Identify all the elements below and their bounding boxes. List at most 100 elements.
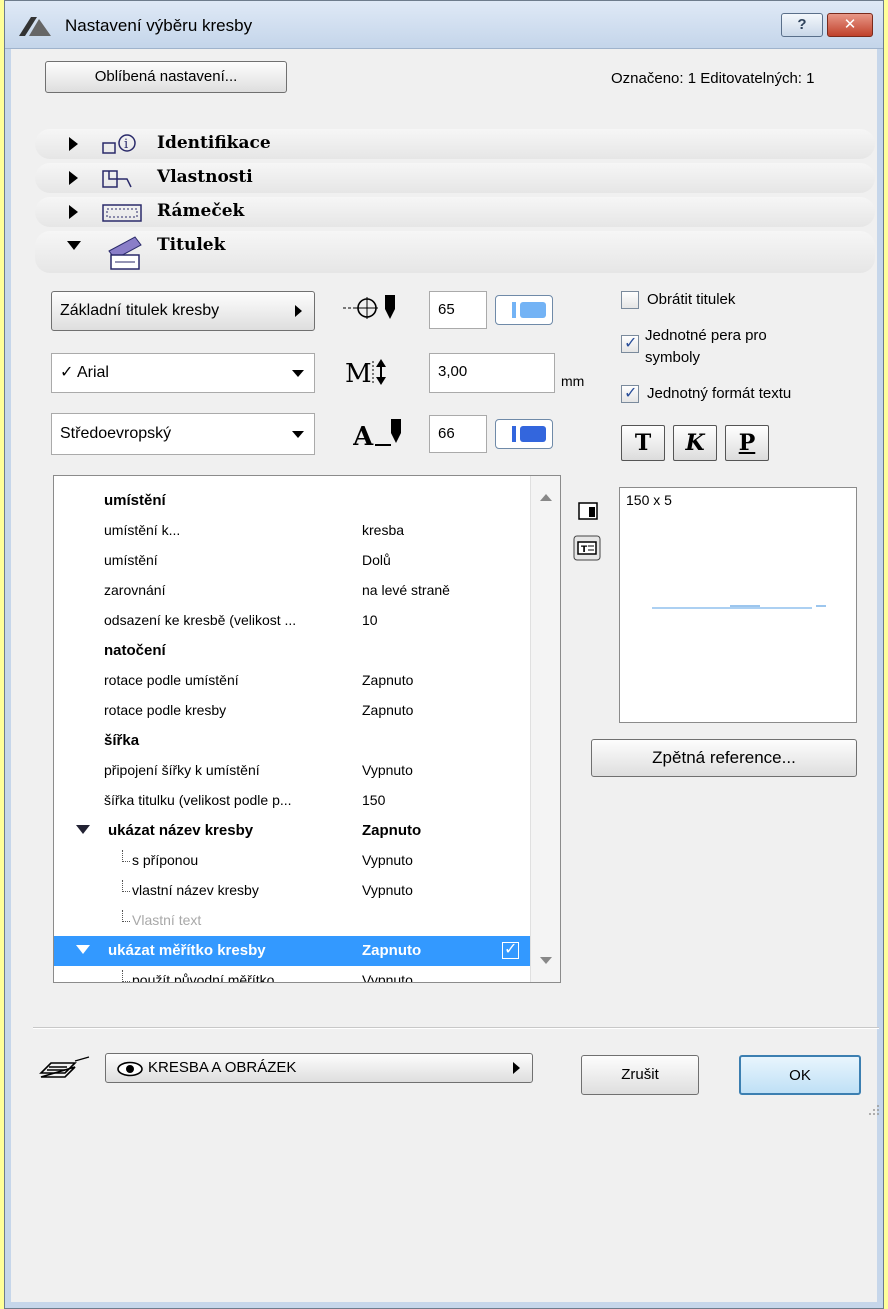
table-row[interactable]: rotace podle umístění Zapnuto bbox=[54, 666, 532, 696]
row-value: 10 bbox=[362, 612, 378, 628]
text-size-input[interactable]: 3,00 bbox=[429, 353, 555, 393]
expand-arrow-icon bbox=[69, 171, 78, 185]
table-row[interactable]: zarovnání na levé straně bbox=[54, 576, 532, 606]
table-row[interactable]: umístění Dolů bbox=[54, 546, 532, 576]
dialog-window: Nastavení výběru kresby ? ✕ Oblíbená nas… bbox=[4, 0, 884, 1309]
help-button[interactable]: ? bbox=[781, 13, 823, 37]
scroll-down-icon[interactable] bbox=[540, 957, 552, 964]
row-value: Zapnuto bbox=[362, 702, 414, 718]
title-preview: 150 x 5 bbox=[619, 487, 857, 723]
eye-icon bbox=[117, 1061, 143, 1077]
pen-color-swatch[interactable] bbox=[495, 295, 553, 325]
table-row[interactable]: ukázat měřítko kresby Zapnuto bbox=[54, 936, 532, 966]
encoding-value: Středoevropský bbox=[60, 425, 172, 442]
row-label: ukázat název kresby bbox=[108, 822, 254, 839]
chevron-down-icon bbox=[292, 431, 304, 438]
row-label: umístění k... bbox=[104, 522, 181, 538]
table-row[interactable]: použít původní měřítko Vypnuto bbox=[54, 966, 532, 983]
row-label: použít původní měřítko bbox=[132, 972, 275, 983]
row-value: 150 bbox=[362, 792, 386, 808]
font-value: Arial bbox=[76, 364, 109, 381]
back-reference-button[interactable]: Zpětná reference... bbox=[591, 739, 857, 777]
text-style-italic-button[interactable]: K bbox=[673, 425, 717, 461]
row-label: vlastní název kresby bbox=[132, 882, 259, 898]
selection-status: Označeno: 1 Editovatelných: 1 bbox=[611, 70, 815, 87]
section-titulek[interactable]: Titulek bbox=[35, 231, 875, 273]
archicad-icon bbox=[19, 17, 51, 36]
encoding-dropdown[interactable]: Středoevropský bbox=[51, 413, 315, 455]
chevron-down-icon bbox=[292, 370, 304, 377]
row-label: šířka bbox=[104, 732, 140, 749]
table-row[interactable]: odsazení ke kresbě (velikost ... 10 bbox=[54, 606, 532, 636]
section-identifikace[interactable]: i Identifikace bbox=[35, 129, 875, 159]
table-row[interactable]: umístění k... kresba bbox=[54, 516, 532, 546]
info-icon: i bbox=[102, 134, 136, 154]
table-row[interactable]: připojení šířky k umístění Vypnuto bbox=[54, 756, 532, 786]
row-value: Vypnuto bbox=[362, 852, 413, 868]
row-checkbox[interactable] bbox=[502, 939, 519, 959]
text-size-icon: M bbox=[345, 359, 386, 387]
preview-title-icon[interactable]: T bbox=[573, 535, 601, 561]
uniform-text-format-checkbox[interactable] bbox=[621, 383, 639, 403]
reverse-title-checkbox[interactable] bbox=[621, 291, 639, 309]
pen-number-input[interactable]: 65 bbox=[429, 291, 487, 329]
uniform-pens-checkbox[interactable] bbox=[621, 333, 639, 353]
frame-icon bbox=[102, 204, 142, 222]
text-style-plain-button[interactable]: T bbox=[621, 425, 665, 461]
table-row[interactable]: šířka titulku (velikost podle p... 150 bbox=[54, 786, 532, 816]
table-row[interactable]: s příponou Vypnuto bbox=[54, 846, 532, 876]
row-label: umístění bbox=[104, 492, 166, 509]
size-unit: mm bbox=[561, 373, 585, 389]
title-tool-icon bbox=[108, 236, 142, 270]
row-label: zarovnání bbox=[104, 582, 166, 598]
tree-connector bbox=[122, 850, 130, 862]
section-title: Identifikace bbox=[157, 133, 271, 153]
svg-text:A: A bbox=[353, 422, 374, 449]
table-row[interactable]: umístění bbox=[54, 486, 532, 516]
table-row[interactable]: rotace podle kresby Zapnuto bbox=[54, 696, 532, 726]
section-ramecek[interactable]: Rámeček bbox=[35, 197, 875, 227]
row-label: Vlastní text bbox=[132, 912, 202, 928]
section-vlastnosti[interactable]: Vlastnosti bbox=[35, 163, 875, 193]
text-pen-number-input[interactable]: 66 bbox=[429, 415, 487, 453]
row-label: natočení bbox=[104, 642, 166, 659]
preview-drawing-icon[interactable] bbox=[577, 501, 599, 521]
layer-selector-button[interactable]: KRESBA A OBRÁZEK bbox=[105, 1053, 533, 1083]
row-label: odsazení ke kresbě (velikost ... bbox=[104, 612, 297, 628]
font-check-icon: ✓ bbox=[60, 364, 74, 381]
table-row[interactable]: ukázat název kresby Zapnuto bbox=[54, 816, 532, 846]
title-style-button[interactable]: Základní titulek kresby bbox=[51, 291, 315, 331]
section-title: Vlastnosti bbox=[157, 167, 253, 187]
font-dropdown[interactable]: ✓ Arial bbox=[51, 353, 315, 393]
favorites-button[interactable]: Oblíbená nastavení... bbox=[45, 61, 287, 93]
row-label: šířka titulku (velikost podle p... bbox=[104, 792, 292, 808]
title-style-label: Základní titulek kresby bbox=[60, 302, 220, 319]
row-label: ukázat měřítko kresby bbox=[108, 942, 266, 959]
uniform-pens-label: Jednotné pera pro symboly bbox=[645, 327, 767, 366]
title-bar: Nastavení výběru kresby ? ✕ bbox=[5, 1, 883, 49]
resize-grip-icon[interactable] bbox=[867, 1103, 881, 1117]
row-label: rotace podle umístění bbox=[104, 672, 239, 688]
scroll-up-icon[interactable] bbox=[540, 494, 552, 501]
submenu-arrow-icon bbox=[295, 305, 302, 317]
table-row[interactable]: vlastní název kresby Vypnuto bbox=[54, 876, 532, 906]
cancel-button[interactable]: Zrušit bbox=[581, 1055, 699, 1095]
preview-size-label: 150 x 5 bbox=[626, 492, 672, 508]
expand-arrow-icon[interactable] bbox=[76, 945, 90, 954]
table-row[interactable]: šířka bbox=[54, 726, 532, 756]
ok-button[interactable]: OK bbox=[739, 1055, 861, 1095]
table-row[interactable]: natočení bbox=[54, 636, 532, 666]
reverse-title-label: Obrátit titulek bbox=[647, 291, 736, 308]
preview-title-line bbox=[652, 605, 826, 609]
row-value: Zapnuto bbox=[362, 822, 422, 839]
collapse-arrow-icon bbox=[67, 241, 81, 250]
table-row[interactable]: Vlastní text bbox=[54, 906, 532, 936]
close-button[interactable]: ✕ bbox=[827, 13, 873, 37]
text-pen-color-swatch[interactable] bbox=[495, 419, 553, 449]
footer-divider bbox=[33, 1027, 879, 1029]
section-title: Rámeček bbox=[157, 201, 245, 221]
list-scrollbar[interactable] bbox=[530, 476, 560, 982]
expand-arrow-icon[interactable] bbox=[76, 825, 90, 834]
parameter-list[interactable]: umístění umístění k... kresba umístění Dolů z… bbox=[53, 475, 561, 983]
text-style-underline-button[interactable]: P bbox=[725, 425, 769, 461]
